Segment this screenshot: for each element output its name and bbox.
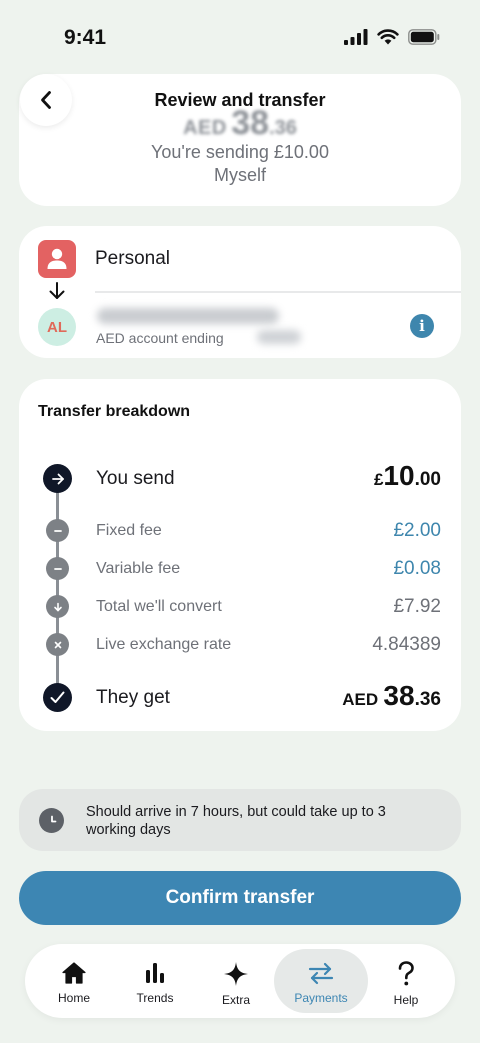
- they-get-decimal: .36: [414, 689, 441, 710]
- wifi-icon: [377, 29, 399, 45]
- you-send-decimal: .00: [414, 469, 441, 490]
- account-divider: [95, 291, 461, 293]
- delivery-estimate-text: Should arrive in 7 hours, but could take…: [86, 804, 386, 838]
- you-send-whole: 10: [383, 460, 415, 491]
- variable-fee-label: Variable fee: [96, 560, 181, 577]
- page-title: Review and transfer: [154, 90, 326, 110]
- tab-help[interactable]: Help: [377, 949, 435, 1013]
- variable-fee-value: £0.08: [393, 558, 441, 579]
- breakdown-row-variable-fee: Variable fee £0.08: [19, 550, 461, 588]
- minus-icon: [46, 557, 69, 580]
- fixed-fee-label: Fixed fee: [96, 522, 162, 539]
- cellular-signal-icon: [344, 29, 368, 45]
- breakdown-row-total-convert: Total we'll convert £7.92: [19, 588, 461, 626]
- minus-icon: [46, 519, 69, 542]
- breakdown-row-fixed-fee: Fixed fee £2.00: [19, 512, 461, 550]
- delivery-estimate-notice: Should arrive in 7 hours, but could take…: [19, 789, 461, 851]
- arrow-right-icon: [43, 464, 72, 493]
- tab-payments[interactable]: Payments: [274, 949, 368, 1013]
- tab-home[interactable]: Home: [45, 949, 103, 1013]
- exchange-rate-value: 4.84389: [372, 634, 441, 655]
- tab-trends-label: Trends: [136, 991, 174, 1005]
- account-number-redacted: [257, 330, 301, 344]
- bar-chart-icon: [146, 963, 164, 983]
- clock-icon: [39, 808, 64, 833]
- breakdown-title: Transfer breakdown: [38, 403, 191, 420]
- transfer-breakdown-card: Transfer breakdown You send £10.00 Fixed…: [19, 379, 461, 731]
- breakdown-row-exchange-rate: Live exchange rate 4.84389: [19, 626, 461, 664]
- breakdown-row-they-get: They get AED 38.36: [19, 679, 461, 717]
- hero-amount-currency: AED: [183, 117, 227, 139]
- tab-payments-label: Payments: [294, 991, 348, 1005]
- exchange-rate-label: Live exchange rate: [96, 636, 232, 653]
- recipient-avatar: AL: [38, 308, 76, 346]
- confirm-transfer-button[interactable]: Confirm transfer: [19, 871, 461, 925]
- from-account-icon: [38, 240, 76, 278]
- recipient-name-redacted: [97, 308, 279, 324]
- person-icon: [47, 248, 67, 269]
- status-icons: [344, 29, 440, 45]
- checkmark-icon: [43, 683, 72, 712]
- sending-amount-text: You're sending £10.00: [151, 142, 329, 162]
- you-send-value: £10.00: [374, 460, 441, 492]
- status-time: 9:41: [64, 26, 107, 49]
- bottom-tab-bar: Home Trends Extra Payments Help: [25, 944, 455, 1018]
- from-account-label: Personal: [95, 248, 170, 269]
- they-get-whole: 38: [383, 680, 415, 711]
- tab-extra[interactable]: Extra: [207, 949, 265, 1013]
- tab-help-label: Help: [393, 993, 419, 1007]
- arrow-down-small-icon: [46, 595, 69, 618]
- breakdown-row-you-send: You send £10.00: [19, 459, 461, 497]
- tab-extra-label: Extra: [221, 993, 250, 1007]
- they-get-label: They get: [96, 687, 170, 708]
- home-icon: [62, 962, 86, 984]
- fixed-fee-value: £2.00: [393, 520, 441, 541]
- sparkle-icon: [224, 962, 248, 986]
- recipient-name: Myself: [213, 165, 266, 185]
- accounts-card: Personal AL AED account ending i: [19, 226, 461, 358]
- tab-home-label: Home: [57, 991, 90, 1005]
- info-icon[interactable]: i: [410, 314, 434, 338]
- battery-icon: [408, 29, 440, 45]
- tab-trends[interactable]: Trends: [125, 949, 185, 1013]
- total-convert-label: Total we'll convert: [96, 598, 222, 615]
- recipient-account-subtitle: AED account ending: [96, 330, 224, 346]
- swap-arrows-icon: [308, 962, 334, 985]
- you-send-label: You send: [96, 468, 175, 489]
- arrow-down-icon: [49, 282, 65, 299]
- multiply-icon: [46, 633, 69, 656]
- question-mark-icon: [398, 961, 414, 986]
- hero-amount-decimal: .36: [269, 117, 297, 139]
- they-get-currency: AED: [342, 690, 379, 709]
- they-get-value: AED 38.36: [342, 680, 441, 712]
- status-bar: 9:41: [0, 0, 480, 76]
- total-convert-value: £7.92: [393, 596, 441, 617]
- you-send-currency: £: [373, 470, 384, 489]
